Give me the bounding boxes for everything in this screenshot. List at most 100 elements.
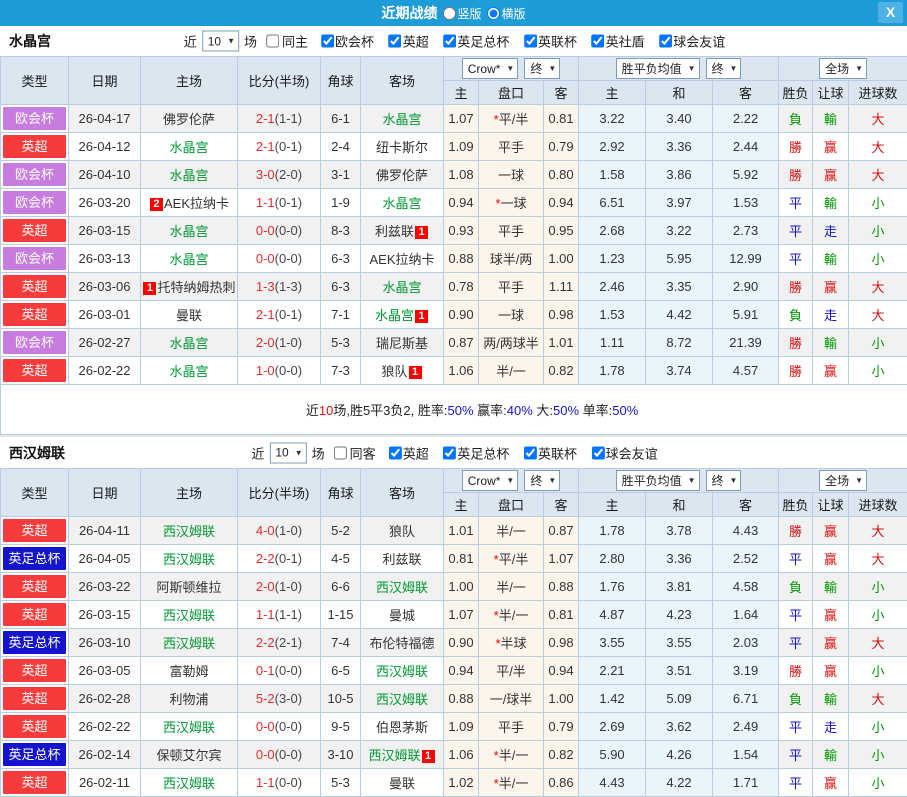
home-team: 西汉姆联 (141, 629, 238, 657)
competition-checkbox-input[interactable] (592, 446, 605, 459)
competition-badge: 英超 (3, 519, 66, 542)
eu-away-odds: 3.19 (713, 657, 779, 685)
radio-horizontal-layout[interactable]: 横版 (487, 5, 526, 22)
wdl-result: 平 (779, 741, 813, 769)
ah-home-odds: 0.87 (444, 329, 479, 357)
match-date: 26-04-17 (69, 105, 141, 133)
handicap-cell: 两/两球半 (479, 329, 544, 357)
competition-checkbox-input[interactable] (443, 35, 456, 48)
summary-segment: 赢率: (474, 403, 507, 418)
competition-checkbox[interactable]: 英足总杯 (436, 32, 509, 51)
handicap-result: 輸 (813, 105, 849, 133)
same-away-checkbox-input[interactable] (334, 446, 347, 459)
competition-checkbox[interactable]: 英超 (382, 443, 429, 462)
halftime-score: (0-0) (275, 223, 302, 238)
close-button[interactable]: X (878, 2, 903, 23)
radio-vertical-input[interactable] (442, 7, 455, 20)
match-row: 欧会杯 26-03-13 水晶宫 0-0(0-0) 6-3 AEK拉纳卡 0.8… (1, 245, 907, 273)
corners-cell: 1-9 (321, 189, 361, 217)
competition-checkbox[interactable]: 球会友谊 (652, 32, 725, 51)
summary-segment: 10 (319, 403, 333, 418)
odds-source-select[interactable]: Crow*▼ (462, 58, 519, 79)
competition-checkbox[interactable]: 英联杯 (517, 443, 577, 462)
handicap-result: 赢 (813, 629, 849, 657)
title-group: 近期战绩 竖版 横版 (381, 0, 525, 26)
handicap-result: 赢 (813, 657, 849, 685)
match-row: 英超 26-02-11 西汉姆联 1-1(0-0) 5-3 曼联 1.02 *半… (1, 769, 907, 797)
handicap-cell: 平手 (479, 713, 544, 741)
goals-result: 小 (849, 573, 907, 601)
competition-badge: 英超 (3, 135, 66, 158)
asian-odds-header: Crow*▼ 终▼ (444, 57, 579, 81)
col-header-eu-draw: 和 (646, 81, 713, 105)
scope-select[interactable]: 全场▼ (819, 58, 867, 79)
competition-checkbox[interactable]: 欧会杯 (314, 32, 374, 51)
match-row: 英超 26-03-22 阿斯顿维拉 2-0(1-0) 6-6 西汉姆联 1.00… (1, 573, 907, 601)
away-team: 西汉姆联 (361, 573, 444, 601)
result-header: 全场▼ (779, 57, 907, 81)
handicap-result: 赢 (813, 769, 849, 797)
competition-checkbox[interactable]: 英联杯 (517, 32, 577, 51)
handicap-cell: *半/一 (479, 769, 544, 797)
avg-final-select[interactable]: 终▼ (706, 58, 742, 79)
competition-checkbox[interactable]: 英足总杯 (436, 443, 509, 462)
competition-checkbox[interactable]: 球会友谊 (585, 443, 658, 462)
match-count-select[interactable]: 10 ▼ (202, 31, 239, 52)
same-away-checkbox[interactable]: 同客 (327, 443, 378, 462)
avg-final-select[interactable]: 终▼ (706, 470, 742, 491)
home-team: 水晶宫 (141, 217, 238, 245)
handicap-cell: *平/半 (479, 545, 544, 573)
radio-vertical-layout[interactable]: 竖版 (442, 5, 481, 22)
competition-label: 英超 (403, 32, 429, 51)
avg-odds-select[interactable]: 胜平负均值▼ (616, 58, 700, 79)
corners-cell: 6-6 (321, 573, 361, 601)
eu-home-odds: 1.11 (579, 329, 646, 357)
same-home-checkbox-input[interactable] (266, 35, 279, 48)
eu-away-odds: 5.92 (713, 161, 779, 189)
away-team: 西汉姆联 (361, 657, 444, 685)
avg-odds-select[interactable]: 胜平负均值▼ (616, 470, 700, 491)
competition-checkbox-input[interactable] (592, 35, 605, 48)
ah-home-odds: 0.90 (444, 629, 479, 657)
odds-final-select[interactable]: 终▼ (524, 58, 560, 79)
match-count-select[interactable]: 10 ▼ (269, 442, 306, 463)
competition-checkbox-input[interactable] (524, 446, 537, 459)
competition-checkbox-input[interactable] (659, 35, 672, 48)
competition-cell: 英超 (1, 713, 69, 741)
radio-horizontal-input[interactable] (487, 7, 500, 20)
competition-checkbox-input[interactable] (443, 446, 456, 459)
competition-badge: 英足总杯 (3, 547, 66, 570)
eu-away-odds: 2.90 (713, 273, 779, 301)
fulltime-score: 5-2 (256, 691, 275, 706)
same-home-checkbox[interactable]: 同主 (259, 32, 310, 51)
away-team: 狼队 (361, 517, 444, 545)
col-header-score: 比分(半场) (238, 469, 321, 517)
competition-checkbox[interactable]: 英超 (382, 32, 429, 51)
eu-away-odds: 1.53 (713, 189, 779, 217)
team-name: 水晶宫 (9, 31, 51, 51)
away-team: 伯恩茅斯 (361, 713, 444, 741)
eu-away-odds: 21.39 (713, 329, 779, 357)
scope-select[interactable]: 全场▼ (819, 470, 867, 491)
competition-cell: 英超 (1, 133, 69, 161)
competition-checkbox-input[interactable] (321, 35, 334, 48)
ah-away-odds: 0.82 (544, 357, 579, 385)
eu-home-odds: 1.76 (579, 573, 646, 601)
ah-away-odds: 0.81 (544, 601, 579, 629)
goals-result: 大 (849, 133, 907, 161)
competition-checkbox[interactable]: 英社盾 (585, 32, 645, 51)
score-cell: 3-0(2-0) (238, 161, 321, 189)
eu-away-odds: 2.52 (713, 545, 779, 573)
corners-cell: 5-3 (321, 769, 361, 797)
competition-checkbox-input[interactable] (389, 35, 402, 48)
odds-source-select[interactable]: Crow*▼ (462, 470, 519, 491)
competition-checkbox-input[interactable] (524, 35, 537, 48)
handicap-cell: 平/半 (479, 657, 544, 685)
competition-checkbox-input[interactable] (389, 446, 402, 459)
score-cell: 0-0(0-0) (238, 713, 321, 741)
match-row: 英足总杯 26-04-05 西汉姆联 2-2(0-1) 4-5 利兹联 0.81… (1, 545, 907, 573)
away-team: 佛罗伦萨 (361, 161, 444, 189)
ah-away-odds: 0.82 (544, 741, 579, 769)
odds-final-select[interactable]: 终▼ (524, 470, 560, 491)
ah-away-odds: 1.00 (544, 245, 579, 273)
